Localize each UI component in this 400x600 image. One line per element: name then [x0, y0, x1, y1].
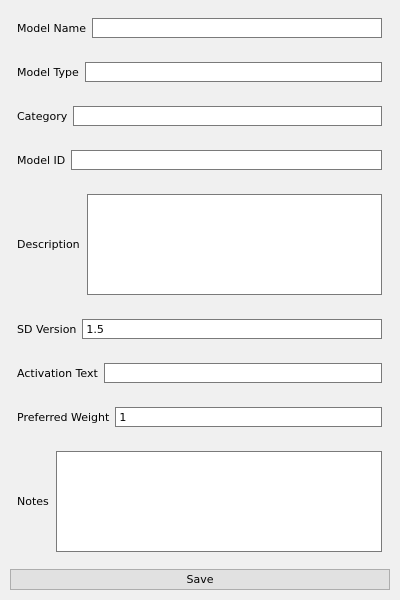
- category-row: Category: [17, 106, 382, 126]
- model-type-input[interactable]: [84, 62, 382, 82]
- preferred-weight-row: Preferred Weight: [17, 407, 382, 427]
- notes-textarea[interactable]: [55, 451, 382, 552]
- sd-version-input[interactable]: [82, 319, 382, 339]
- description-row: Description: [17, 194, 382, 295]
- model-id-label: Model ID: [17, 153, 66, 167]
- model-type-label: Model Type: [17, 65, 79, 79]
- model-name-label: Model Name: [17, 21, 86, 35]
- model-id-input[interactable]: [71, 150, 382, 170]
- preferred-weight-label: Preferred Weight: [17, 410, 110, 424]
- activation-text-label: Activation Text: [17, 366, 98, 380]
- category-input[interactable]: [73, 106, 382, 126]
- notes-label: Notes: [17, 495, 49, 508]
- description-textarea[interactable]: [86, 194, 382, 295]
- save-button[interactable]: Save: [10, 569, 390, 590]
- description-label: Description: [17, 238, 80, 251]
- notes-row: Notes: [17, 451, 382, 552]
- model-type-row: Model Type: [17, 62, 382, 82]
- category-label: Category: [17, 109, 68, 123]
- activation-text-row: Activation Text: [17, 363, 382, 383]
- model-id-row: Model ID: [17, 150, 382, 170]
- model-name-row: Model Name: [17, 18, 382, 38]
- sd-version-row: SD Version: [17, 319, 382, 339]
- preferred-weight-input[interactable]: [115, 407, 382, 427]
- sd-version-label: SD Version: [17, 322, 77, 336]
- model-name-input[interactable]: [91, 18, 382, 38]
- activation-text-input[interactable]: [103, 363, 382, 383]
